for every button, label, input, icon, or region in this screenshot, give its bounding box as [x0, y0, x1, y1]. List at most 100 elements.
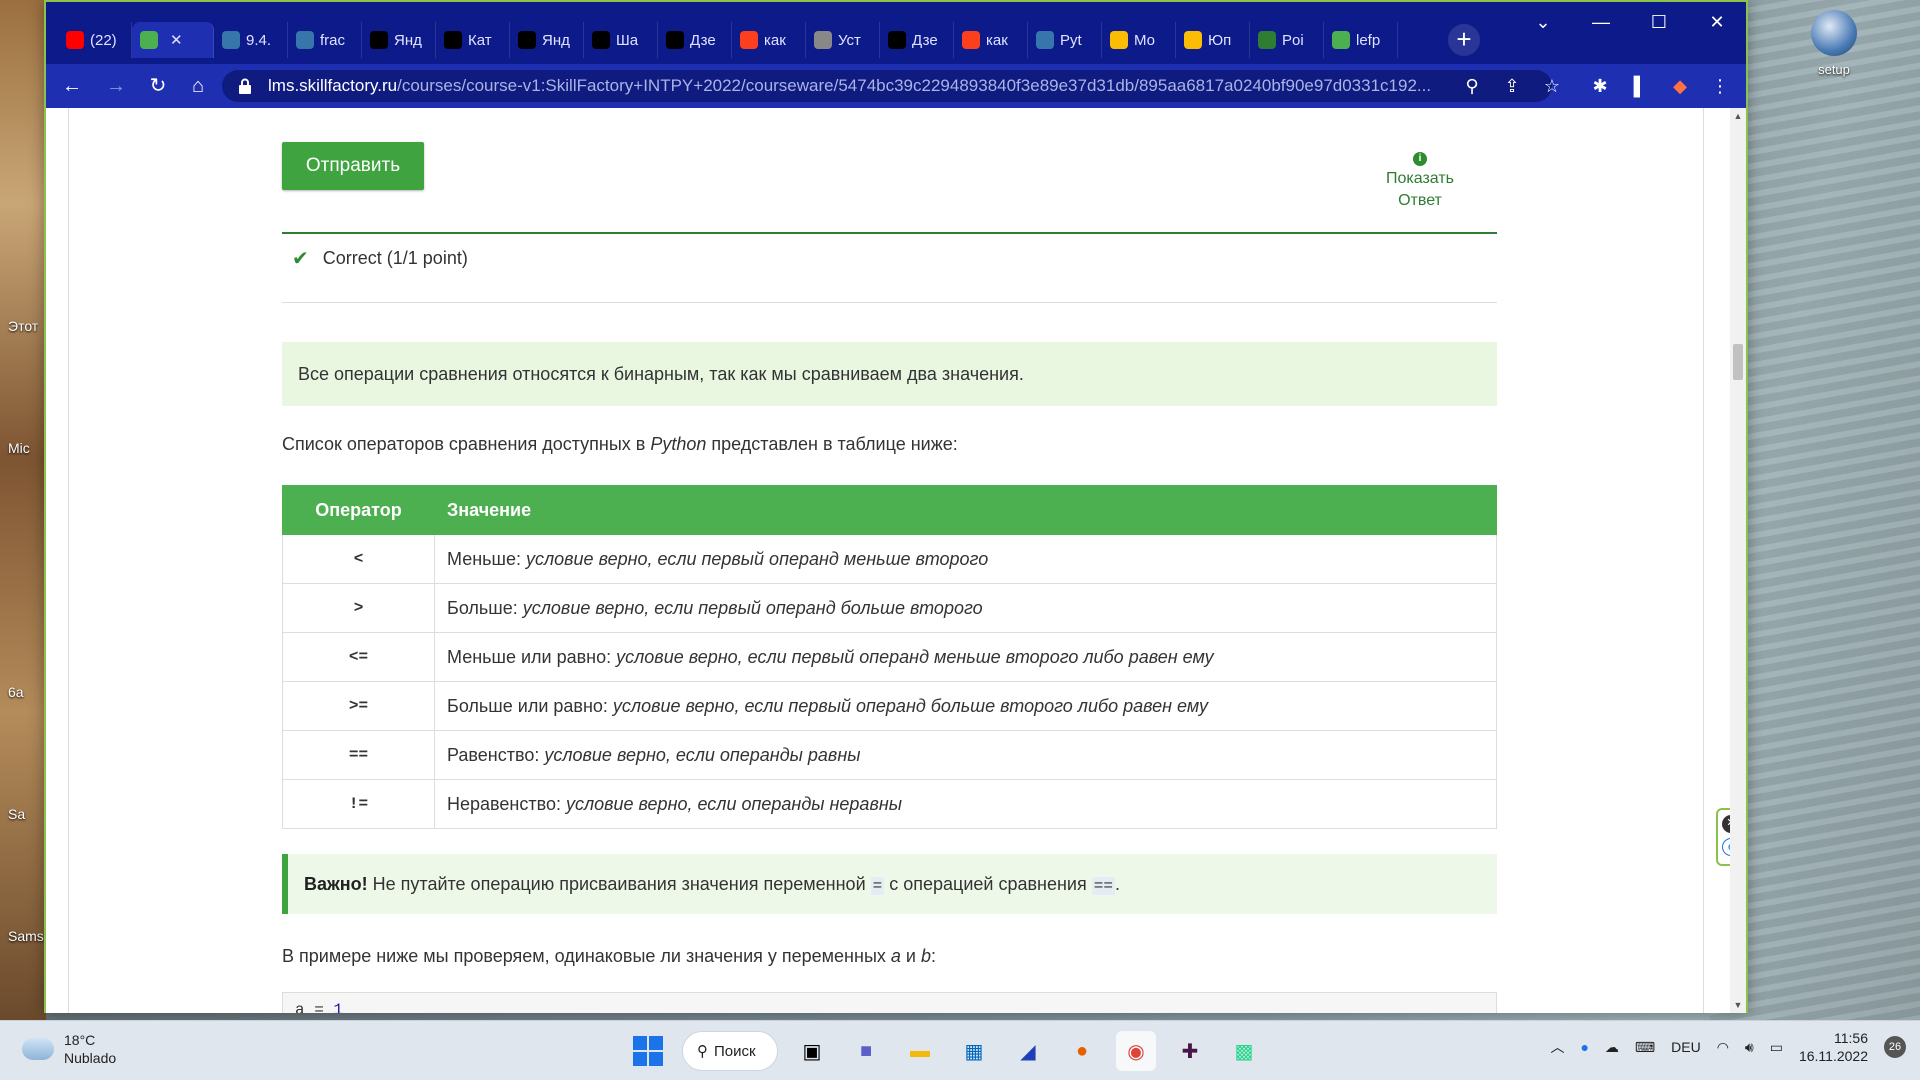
extensions-icon[interactable]: ✱	[1584, 70, 1616, 102]
python-icon	[296, 31, 314, 49]
notification-badge[interactable]: 26	[1884, 1036, 1906, 1058]
start-button[interactable]	[628, 1031, 668, 1071]
url-path: /courses/course-v1:SkillFactory+INTPY+20…	[397, 76, 1432, 95]
operator-cell: !=	[282, 779, 435, 829]
slack-icon[interactable]: ✚	[1170, 1031, 1210, 1071]
table-body: < Меньше: условие верно, если первый опер…	[282, 534, 1497, 829]
url-input[interactable]: lms.skillfactory.ru/courses/course-v1:Sk…	[222, 70, 1552, 102]
battery-icon[interactable]: ▭	[1770, 1039, 1783, 1056]
tray-cloud-icon[interactable]: ☁	[1605, 1039, 1619, 1056]
browser-tab[interactable]: (22)	[58, 22, 132, 58]
browser-tab[interactable]: как	[954, 22, 1028, 58]
extension-fox-icon[interactable]: ◆	[1664, 70, 1696, 102]
desktop-icon-label[interactable]: Mic	[8, 440, 30, 456]
taskbar-search[interactable]: ⚲ Поиск	[682, 1031, 778, 1071]
task-view-icon[interactable]: ▣	[792, 1031, 832, 1071]
yandex-icon	[740, 31, 758, 49]
new-tab-button[interactable]: +	[1448, 24, 1480, 56]
scroll-down-icon[interactable]: ▼	[1730, 997, 1746, 1013]
browser-tab[interactable]: lefp	[1324, 22, 1398, 58]
desktop-icon-label[interactable]: Этот	[8, 318, 38, 334]
system-tray: ︿ ● ☁ ⌨ DEU ◠ 🔊︎ ▭ 11:56 16.11.2022 26	[1550, 1029, 1906, 1065]
browser-tab[interactable]: как	[732, 22, 806, 58]
desktop-left-strip	[0, 0, 46, 1020]
operator-cell: ==	[282, 730, 435, 780]
clock[interactable]: 11:56 16.11.2022	[1799, 1029, 1868, 1065]
browser-tab[interactable]: Дзе	[658, 22, 732, 58]
store-icon[interactable]: ▦	[954, 1031, 994, 1071]
pycharm-icon[interactable]: ▩	[1224, 1031, 1264, 1071]
bulb-icon	[1184, 31, 1202, 49]
browser-tab[interactable]: frac	[288, 22, 362, 58]
reload-icon[interactable]: ↻	[144, 72, 172, 100]
browser-tab[interactable]: Дзе	[880, 22, 954, 58]
browser-tab[interactable]: 9.4.	[214, 22, 288, 58]
tray-chevron-icon[interactable]: ︿	[1550, 1037, 1564, 1057]
dzen-icon	[888, 31, 906, 49]
desktop-icon-label[interactable]: 6a	[8, 684, 24, 700]
tray-app-icon[interactable]: ●	[1580, 1039, 1588, 1055]
browser-tab[interactable]: Poi	[1250, 22, 1324, 58]
menu-icon[interactable]: ⋮	[1704, 70, 1736, 102]
browser-tab[interactable]: Pyt	[1028, 22, 1102, 58]
share-icon[interactable]: ⇪	[1496, 70, 1528, 102]
forward-icon[interactable]: →	[102, 72, 130, 100]
table-row: > Больше: условие верно, если первый опер…	[282, 583, 1497, 633]
chrome-icon[interactable]: ◉	[1116, 1031, 1156, 1071]
bookmark-star-icon[interactable]: ☆	[1536, 70, 1568, 102]
maximize-button[interactable]: ☐	[1630, 2, 1688, 42]
link-icon	[592, 31, 610, 49]
browser-tab[interactable]: Мо	[1102, 22, 1176, 58]
meaning-name: Меньше:	[447, 548, 526, 569]
side-panel-icon[interactable]: ▌	[1624, 70, 1656, 102]
home-icon[interactable]: ⌂	[184, 72, 212, 100]
example-text: и	[900, 946, 921, 966]
volume-icon[interactable]: 🔊︎	[1745, 1039, 1754, 1056]
browser-tab[interactable]: Уст	[806, 22, 880, 58]
operator-cell: <=	[282, 632, 435, 682]
url-host: lms.skillfactory.ru	[268, 76, 398, 95]
language-indicator[interactable]: DEU	[1671, 1039, 1701, 1055]
tab-label: (22)	[90, 31, 117, 49]
scrollbar-thumb[interactable]	[1733, 344, 1743, 380]
submit-button[interactable]: Отправить	[282, 142, 424, 190]
browser-tab[interactable]: Ша	[584, 22, 658, 58]
close-button[interactable]: ✕	[1688, 2, 1746, 42]
teams-chat-icon[interactable]: ■	[846, 1031, 886, 1071]
wifi-icon[interactable]: ◠	[1717, 1039, 1729, 1056]
weather-widget[interactable]: 18°C Nublado	[22, 1031, 116, 1067]
example-paragraph: В примере ниже мы проверяем, одинаковые …	[282, 946, 936, 967]
tab-strip: (22) ✕ 9.4. frac Янд Кат Янд Ша Дзе как Уст Дзе как P…	[58, 22, 1398, 58]
desktop-icon-label[interactable]: Sams	[8, 928, 44, 944]
back-icon[interactable]: ←	[58, 72, 86, 100]
browser-tab[interactable]: Янд	[510, 22, 584, 58]
show-answer-button[interactable]: i Показать Ответ	[1370, 146, 1470, 212]
table-header: Оператор	[282, 485, 435, 535]
tab-label: lefp	[1356, 31, 1381, 49]
scroll-up-icon[interactable]: ▲	[1730, 108, 1746, 124]
tab-search-icon[interactable]: ⌄	[1514, 2, 1572, 42]
tab-close-icon[interactable]: ✕	[170, 31, 183, 49]
desktop-icon-label: setup	[1818, 62, 1850, 77]
file-explorer-icon[interactable]: ▬	[900, 1031, 940, 1071]
doc-icon	[814, 31, 832, 49]
firefox-icon[interactable]: ●	[1062, 1031, 1102, 1071]
desktop-icon-label[interactable]: Sa	[8, 806, 25, 822]
meaning-desc: условие верно, если операнды неравны	[565, 793, 902, 814]
browser-tab[interactable]: Янд	[362, 22, 436, 58]
address-bar: ← → ↻ ⌂ lms.skillfactory.ru/courses/cour…	[46, 64, 1746, 108]
browser-tab[interactable]: ✕	[132, 22, 214, 58]
browser-tab[interactable]: Кат	[436, 22, 510, 58]
browser-tab[interactable]: Юп	[1176, 22, 1250, 58]
desktop-icon-setup[interactable]: setup	[1794, 10, 1874, 77]
minimize-button[interactable]: —	[1572, 2, 1630, 42]
operator-cell: >=	[282, 681, 435, 731]
zoom-icon[interactable]: ⚲	[1456, 70, 1488, 102]
code-text: a =	[295, 1001, 334, 1013]
show-answer-label: Ответ	[1398, 192, 1442, 209]
search-icon: ⚲	[697, 1043, 708, 1060]
vertical-scrollbar[interactable]: ▲ ▼	[1730, 108, 1746, 1013]
editor-app-icon[interactable]: ◢	[1008, 1031, 1048, 1071]
keyboard-icon[interactable]: ⌨	[1635, 1039, 1655, 1056]
important-text: с операцией сравнения	[884, 874, 1092, 894]
